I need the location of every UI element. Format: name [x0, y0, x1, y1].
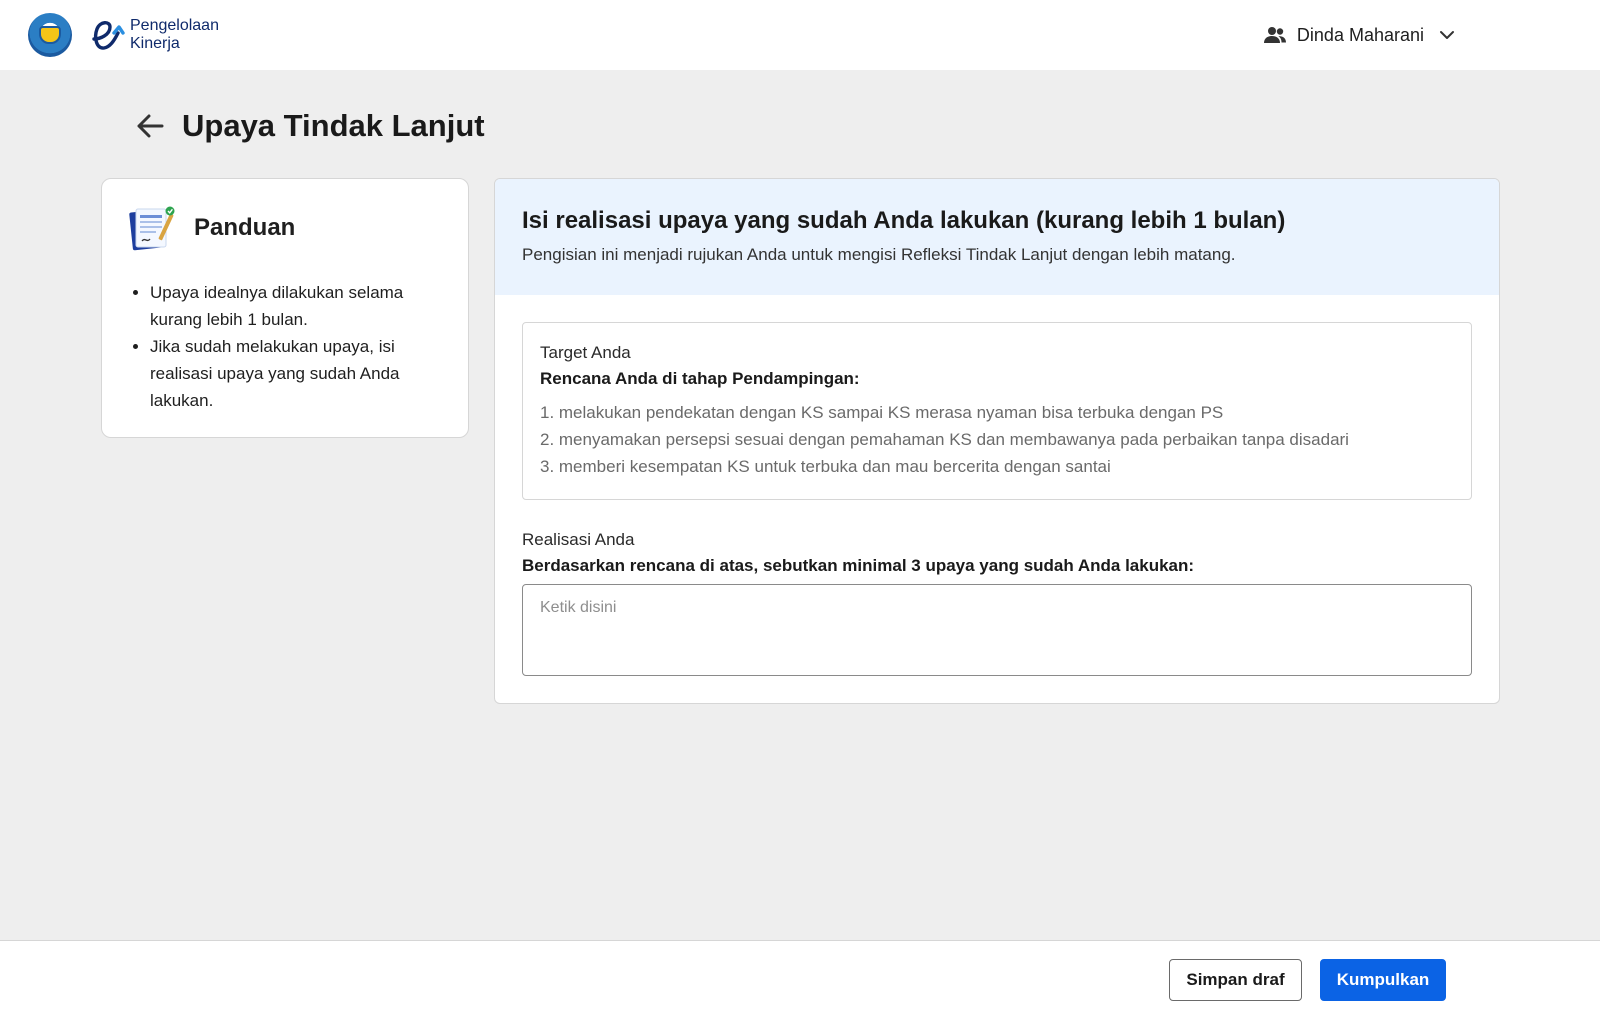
- page-heading: Upaya Tindak Lanjut: [130, 106, 485, 146]
- plan-item: 3. memberi kesempatan KS untuk terbuka d…: [540, 457, 1111, 476]
- realisasi-label: Realisasi Anda: [522, 530, 635, 549]
- guide-card: Panduan Upaya idealnya dilakukan selama …: [101, 178, 469, 438]
- form-banner: Isi realisasi upaya yang sudah Anda laku…: [495, 179, 1499, 295]
- form-title: Isi realisasi upaya yang sudah Anda laku…: [522, 207, 1286, 234]
- guide-header: Panduan: [128, 203, 444, 253]
- chevron-down-icon[interactable]: [1434, 25, 1460, 45]
- guide-title: Panduan: [194, 214, 296, 241]
- user-menu[interactable]: Dinda Maharani: [1263, 0, 1460, 70]
- realisasi-form-card: Isi realisasi upaya yang sudah Anda laku…: [494, 178, 1500, 704]
- target-label: Target Anda: [540, 343, 631, 362]
- brand-text: Pengelolaan Kinerja: [130, 17, 219, 53]
- submit-button[interactable]: Kumpulkan: [1320, 959, 1446, 1001]
- save-draft-button[interactable]: Simpan draf: [1169, 959, 1302, 1001]
- brand-mark-icon: [92, 21, 125, 50]
- target-section: Target Anda Rencana Anda di tahap Pendam…: [522, 322, 1472, 500]
- government-seal-logo: [28, 13, 72, 57]
- top-navbar: Pengelolaan Kinerja Dinda Maharani: [0, 0, 1600, 70]
- page-title: Upaya Tindak Lanjut: [182, 108, 485, 143]
- guide-list: Upaya idealnya dilakukan selama kurang l…: [128, 279, 444, 414]
- guide-item: Jika sudah melakukan upaya, isi realisas…: [150, 333, 444, 414]
- document-checklist-icon: [129, 206, 175, 251]
- user-name: Dinda Maharani: [1296, 24, 1424, 45]
- realisasi-input[interactable]: [522, 584, 1472, 676]
- back-button[interactable]: [130, 106, 170, 146]
- plan-item: 1. melakukan pendekatan dengan KS sampai…: [540, 403, 1224, 422]
- plan-item: 2. menyamakan persepsi sesuai dengan pem…: [540, 430, 1349, 449]
- arrow-left-icon: [137, 114, 164, 138]
- action-footer: Simpan draf Kumpulkan: [0, 940, 1600, 1018]
- target-heading: Rencana Anda di tahap Pendampingan:: [540, 369, 860, 388]
- form-subtitle: Pengisian ini menjadi rujukan Anda untuk…: [522, 245, 1236, 264]
- plan-list: 1. melakukan pendekatan dengan KS sampai…: [540, 399, 1454, 480]
- realisasi-section: Realisasi Anda Berdasarkan rencana di at…: [522, 530, 1472, 681]
- brand-line-2: Kinerja: [130, 35, 180, 52]
- realisasi-heading: Berdasarkan rencana di atas, sebutkan mi…: [522, 556, 1195, 575]
- brand-line-1: Pengelolaan: [130, 17, 219, 34]
- brand-logo[interactable]: Pengelolaan Kinerja: [88, 15, 219, 55]
- guide-item: Upaya idealnya dilakukan selama kurang l…: [150, 279, 444, 333]
- people-icon: [1263, 27, 1286, 43]
